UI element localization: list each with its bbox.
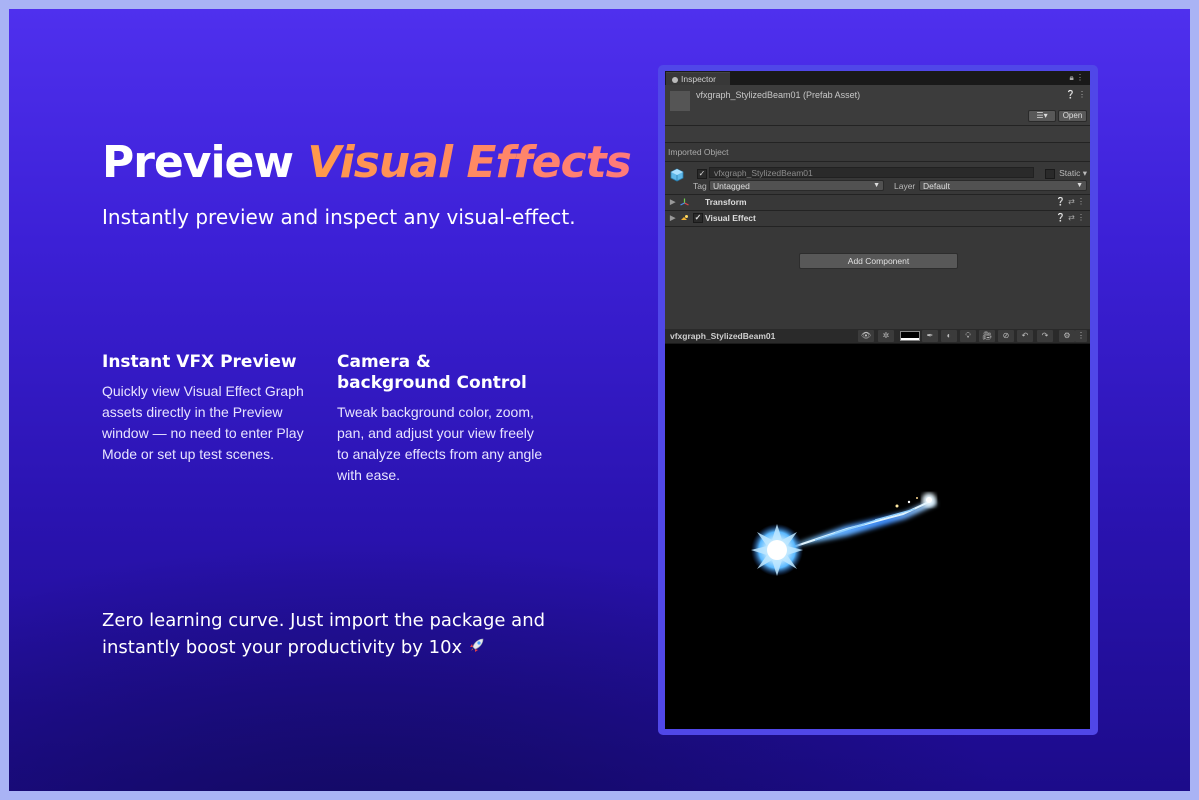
filter-dropdown-button[interactable]: ☰▾	[1028, 110, 1056, 122]
headline: Preview Visual Effects	[102, 137, 632, 188]
open-button[interactable]: Open	[1058, 110, 1087, 122]
tagline-block: Zero learning curve. Just import the pac…	[102, 607, 562, 662]
foldout-arrow-icon[interactable]: ▶	[670, 214, 675, 222]
visual-effect-icon	[681, 215, 688, 220]
vfx-preview-viewport[interactable]	[665, 344, 1090, 729]
layer-label: Layer	[894, 181, 916, 191]
lock-icon[interactable]: 🔒︎	[1070, 73, 1074, 82]
object-name-field[interactable]: vfxgraph_StylizedBeam01	[709, 167, 1034, 178]
tab-inspector[interactable]: Inspector	[666, 72, 730, 85]
component-icons: ❔ ⇄ ⋮	[1056, 197, 1085, 206]
header-strip	[665, 126, 1090, 143]
chevron-down-icon[interactable]: ▾	[1083, 168, 1087, 178]
rotate-right-icon[interactable]: ↷	[1037, 330, 1053, 342]
asset-thumbnail	[670, 91, 690, 111]
chevron-down-icon: ▼	[1076, 182, 1083, 189]
settings-gear-icon[interactable]: ⚙	[1059, 330, 1075, 342]
tab-label: Inspector	[681, 74, 716, 84]
light-bulb-icon[interactable]: 💡︎	[960, 330, 976, 342]
header-icons: ❔ ⋮	[1066, 90, 1086, 99]
rocket-icon	[468, 635, 488, 662]
preview-toolbar: vfxgraph_StylizedBeam01 👁︎ ✲ ✒ ◐ 💡︎ 🎥︎ ⊘…	[665, 329, 1090, 344]
kebab-menu-icon[interactable]: ⋮	[1077, 213, 1085, 222]
tag-value: Untagged	[713, 181, 750, 191]
prefab-cube-icon	[670, 168, 684, 182]
feature-body: Quickly view Visual Effect Graph assets …	[102, 383, 304, 462]
background-color-swatch[interactable]	[900, 331, 920, 341]
feature-title: Camera & background Control	[337, 352, 527, 393]
feature-body: Tweak background color, zoom, pan, and a…	[337, 404, 543, 483]
tag-label: Tag	[693, 181, 707, 191]
headline-accent: Visual Effects	[307, 137, 631, 188]
tag-dropdown[interactable]: Untagged ▼	[709, 180, 884, 191]
vfx-beam-effect	[751, 493, 937, 576]
asset-title: vfxgraph_StylizedBeam01 (Prefab Asset)	[696, 90, 861, 100]
preset-icon[interactable]: ⇄	[1068, 213, 1075, 222]
preview-title: vfxgraph_StylizedBeam01	[670, 331, 776, 341]
unity-inspector-window: Inspector 🔒︎ ⋮ vfxgraph_StylizedBeam01 (…	[665, 71, 1090, 729]
rotate-left-icon[interactable]: ↶	[1017, 330, 1033, 342]
add-component-button[interactable]: Add Component	[799, 253, 958, 269]
gameobject-header: ✓ vfxgraph_StylizedBeam01 Static ▾ Tag U…	[665, 162, 1090, 195]
filter-icon: ☰▾	[1036, 111, 1048, 120]
headline-plain: Preview	[102, 137, 294, 188]
component-visual-effect[interactable]: ▶ ✓ Visual Effect ❔ ⇄ ⋮	[665, 211, 1090, 227]
inspector-panel-frame: Inspector 🔒︎ ⋮ vfxgraph_StylizedBeam01 (…	[658, 65, 1098, 735]
help-icon[interactable]: ❔	[1066, 90, 1076, 99]
static-toggle[interactable]: Static ▾	[1045, 168, 1087, 179]
subtitle: Instantly preview and inspect any visual…	[102, 205, 576, 229]
visibility-toggle-icon[interactable]: ◐	[941, 330, 957, 342]
kebab-menu-icon[interactable]: ⋮	[1075, 330, 1087, 342]
transform-icon	[680, 198, 689, 206]
help-icon[interactable]: ❔	[1056, 213, 1066, 222]
gizmo-icon[interactable]: ✲	[878, 330, 894, 342]
feature-camera-control: Camera & background Control Tweak backgr…	[337, 352, 547, 486]
static-checkbox[interactable]	[1045, 168, 1056, 179]
asset-header: vfxgraph_StylizedBeam01 (Prefab Asset) ❔…	[665, 85, 1090, 126]
static-label: Static	[1059, 168, 1081, 178]
chevron-down-icon: ▼	[873, 182, 880, 189]
reset-view-icon[interactable]: ⊘	[998, 330, 1014, 342]
active-checkbox[interactable]: ✓	[697, 169, 707, 179]
preset-icon[interactable]: ⇄	[1068, 197, 1075, 206]
imported-object-label: Imported Object	[665, 143, 1090, 162]
component-transform[interactable]: ▶ Transform ❔ ⇄ ⋮	[665, 195, 1090, 211]
layer-value: Default	[923, 181, 950, 191]
foldout-arrow-icon[interactable]: ▶	[670, 198, 675, 206]
help-icon[interactable]: ❔	[1056, 197, 1066, 206]
component-name: Transform	[705, 197, 747, 207]
camera-icon[interactable]: 🎥︎	[979, 330, 995, 342]
feature-instant-preview: Instant VFX Preview Quickly view Visual …	[102, 352, 312, 465]
kebab-menu-icon[interactable]: ⋮	[1077, 197, 1085, 206]
eyedropper-icon[interactable]: ✒	[922, 330, 938, 342]
component-icons: ❔ ⇄ ⋮	[1056, 213, 1085, 222]
kebab-menu-icon[interactable]: ⋮	[1076, 73, 1084, 82]
layer-dropdown[interactable]: Default ▼	[919, 180, 1087, 191]
enabled-checkbox[interactable]: ✓	[693, 213, 703, 223]
eye-icon[interactable]: 👁︎	[858, 330, 874, 342]
component-name: Visual Effect	[705, 213, 756, 223]
feature-title: Instant VFX Preview	[102, 352, 297, 372]
info-icon	[672, 76, 678, 83]
kebab-menu-icon[interactable]: ⋮	[1078, 90, 1086, 99]
promo-canvas: Preview Visual Effects Instantly preview…	[9, 9, 1190, 791]
tab-bar: Inspector 🔒︎ ⋮	[665, 71, 1090, 85]
tab-icons: 🔒︎ ⋮	[1070, 73, 1085, 83]
